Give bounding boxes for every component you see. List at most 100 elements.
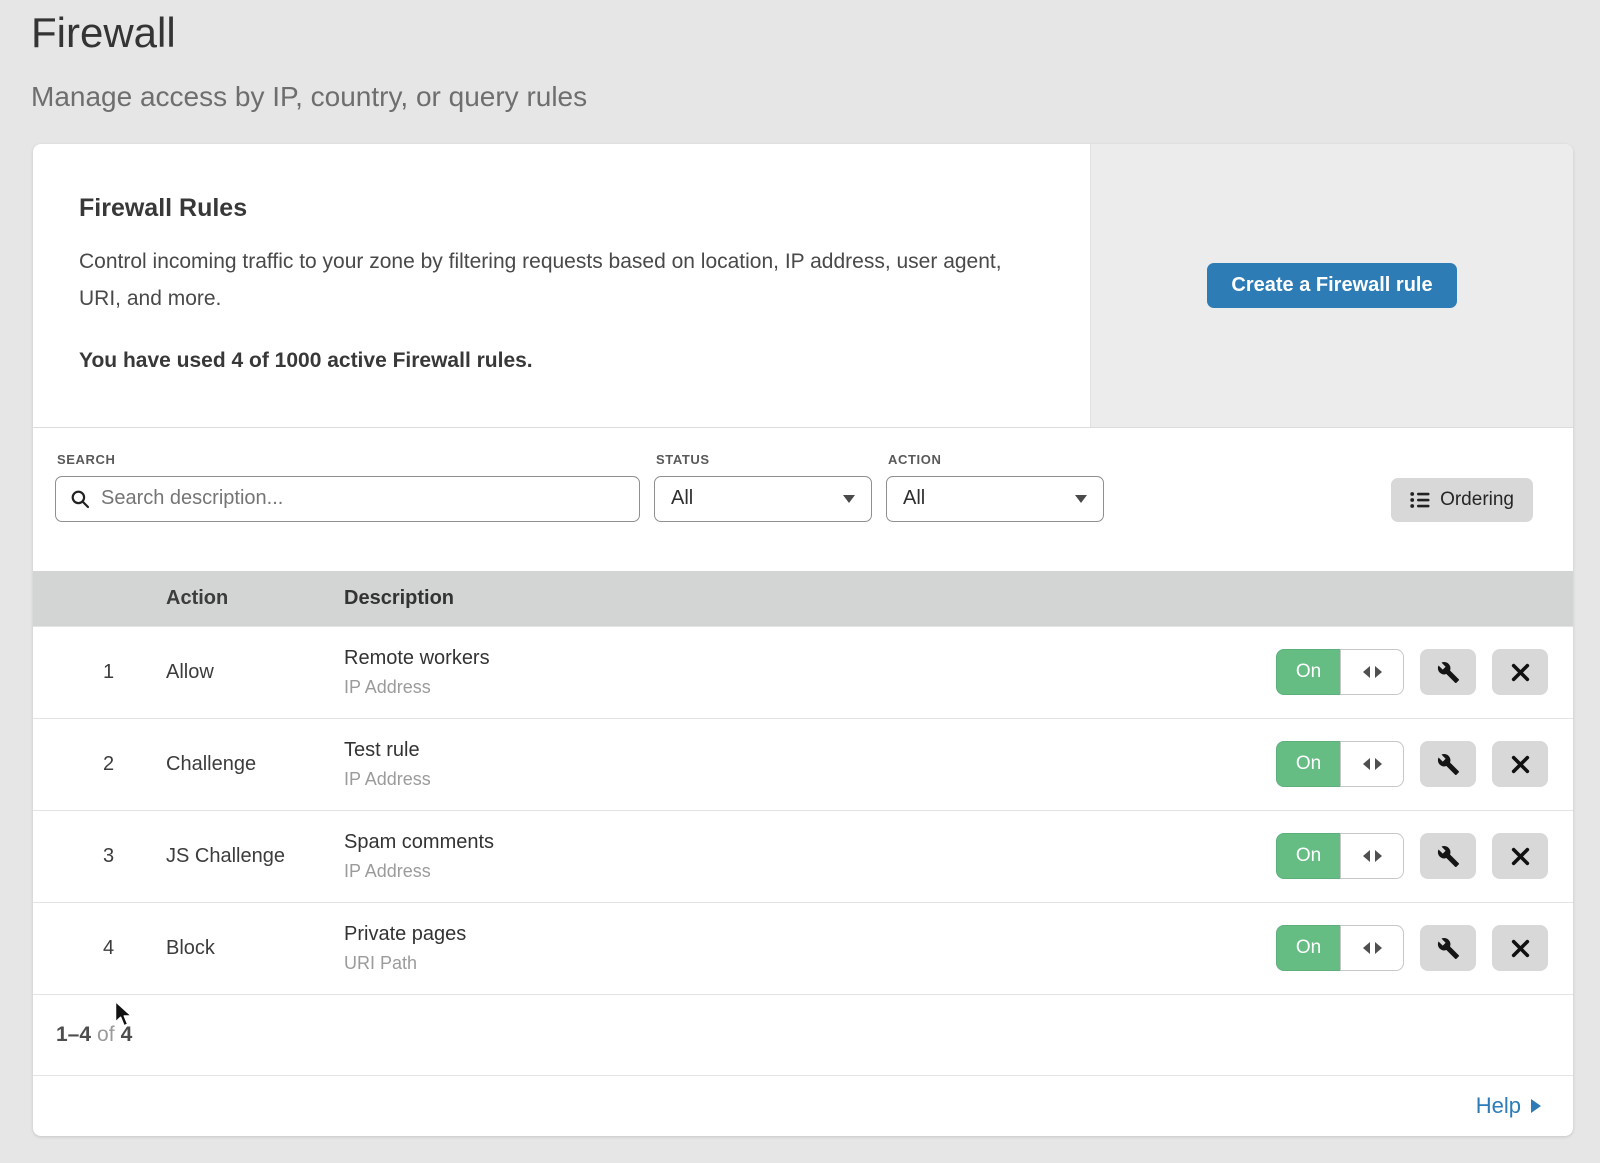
- edit-rule-button[interactable]: [1420, 649, 1476, 695]
- toggle-on-label[interactable]: On: [1276, 741, 1340, 787]
- column-header-action: Action: [166, 587, 344, 610]
- edit-rule-button[interactable]: [1420, 741, 1476, 787]
- rule-controls: On: [1276, 741, 1573, 787]
- table-header: Action Description: [33, 571, 1573, 626]
- rule-priority: 3: [33, 845, 166, 868]
- toggle-on-label[interactable]: On: [1276, 925, 1340, 971]
- section-description: Control incoming traffic to your zone by…: [79, 243, 1024, 317]
- delete-rule-button[interactable]: [1492, 741, 1548, 787]
- pagination: 1–4 of 4: [33, 994, 1573, 1075]
- create-firewall-rule-button[interactable]: Create a Firewall rule: [1207, 263, 1456, 308]
- search-input[interactable]: [101, 487, 625, 510]
- rule-description-cell: Remote workers IP Address: [344, 647, 1276, 698]
- rule-enabled-toggle[interactable]: On: [1276, 833, 1404, 879]
- edit-rule-button[interactable]: [1420, 833, 1476, 879]
- caret-left-icon: [1363, 666, 1370, 678]
- ordering-button-label: Ordering: [1440, 489, 1514, 511]
- card-footer: Help: [33, 1075, 1573, 1136]
- search-box[interactable]: [55, 476, 640, 522]
- column-header-description: Description: [344, 587, 1573, 610]
- rule-enabled-toggle[interactable]: On: [1276, 741, 1404, 787]
- status-select[interactable]: All: [654, 476, 872, 522]
- page-subtitle: Manage access by IP, country, or query r…: [31, 80, 1564, 114]
- overview-text-block: Firewall Rules Control incoming traffic …: [33, 144, 1090, 427]
- overview-section: Firewall Rules Control incoming traffic …: [33, 144, 1573, 428]
- pagination-total: 4: [121, 1023, 133, 1047]
- toggle-handle[interactable]: [1340, 925, 1404, 971]
- ordering-button[interactable]: Ordering: [1391, 478, 1533, 522]
- firewall-rules-card: Firewall Rules Control incoming traffic …: [33, 144, 1573, 1136]
- table-row: 1 Allow Remote workers IP Address On: [33, 626, 1573, 718]
- rule-action: Allow: [166, 661, 344, 684]
- rule-description: Private pages: [344, 923, 1276, 946]
- action-label: ACTION: [888, 452, 1104, 467]
- rule-description-cell: Test rule IP Address: [344, 739, 1276, 790]
- rule-priority: 1: [33, 661, 166, 684]
- delete-rule-button[interactable]: [1492, 833, 1548, 879]
- pagination-range: 1–4: [56, 1023, 91, 1047]
- rule-controls: On: [1276, 833, 1573, 879]
- caret-right-icon: [1375, 850, 1382, 862]
- wrench-icon: [1437, 845, 1460, 868]
- toggle-handle[interactable]: [1340, 741, 1404, 787]
- search-filter-group: SEARCH: [55, 452, 640, 522]
- caret-left-icon: [1363, 942, 1370, 954]
- close-icon: [1511, 755, 1530, 774]
- rule-match-type: IP Address: [344, 677, 1276, 698]
- section-title: Firewall Rules: [79, 194, 1050, 223]
- delete-rule-button[interactable]: [1492, 925, 1548, 971]
- usage-text: You have used 4 of 1000 active Firewall …: [79, 349, 1050, 373]
- table-row: 2 Challenge Test rule IP Address On: [33, 718, 1573, 810]
- rule-match-type: IP Address: [344, 861, 1276, 882]
- rule-action: JS Challenge: [166, 845, 344, 868]
- rule-description: Remote workers: [344, 647, 1276, 670]
- ordered-list-icon: [1410, 491, 1430, 509]
- search-label: SEARCH: [57, 452, 640, 467]
- rule-description: Spam comments: [344, 831, 1276, 854]
- caret-left-icon: [1363, 850, 1370, 862]
- arrow-right-icon: [1531, 1099, 1541, 1113]
- toggle-handle[interactable]: [1340, 649, 1404, 695]
- rule-match-type: IP Address: [344, 769, 1276, 790]
- toggle-handle[interactable]: [1340, 833, 1404, 879]
- search-icon: [70, 489, 101, 509]
- caret-right-icon: [1375, 666, 1382, 678]
- wrench-icon: [1437, 937, 1460, 960]
- caret-right-icon: [1375, 758, 1382, 770]
- wrench-icon: [1437, 753, 1460, 776]
- toggle-on-label[interactable]: On: [1276, 649, 1340, 695]
- table-row: 4 Block Private pages URI Path On: [33, 902, 1573, 994]
- chevron-down-icon: [843, 495, 855, 503]
- rule-enabled-toggle[interactable]: On: [1276, 925, 1404, 971]
- rule-controls: On: [1276, 649, 1573, 695]
- caret-left-icon: [1363, 758, 1370, 770]
- filter-bar: SEARCH STATUS All: [33, 428, 1573, 571]
- wrench-icon: [1437, 661, 1460, 684]
- create-rule-panel: Create a Firewall rule: [1090, 144, 1573, 427]
- status-label: STATUS: [656, 452, 872, 467]
- table-row: 3 JS Challenge Spam comments IP Address …: [33, 810, 1573, 902]
- rule-description-cell: Private pages URI Path: [344, 923, 1276, 974]
- status-select-value: All: [671, 487, 693, 510]
- edit-rule-button[interactable]: [1420, 925, 1476, 971]
- rule-priority: 2: [33, 753, 166, 776]
- close-icon: [1511, 663, 1530, 682]
- action-filter-group: ACTION All: [886, 452, 1104, 522]
- rule-description-cell: Spam comments IP Address: [344, 831, 1276, 882]
- page-header: Firewall Manage access by IP, country, o…: [0, 0, 1600, 114]
- help-link-label: Help: [1476, 1093, 1521, 1119]
- rule-action: Challenge: [166, 753, 344, 776]
- chevron-down-icon: [1075, 495, 1087, 503]
- pagination-of: of: [97, 1023, 115, 1047]
- page-title: Firewall: [31, 10, 1564, 56]
- close-icon: [1511, 847, 1530, 866]
- caret-right-icon: [1375, 942, 1382, 954]
- firewall-page: Firewall Manage access by IP, country, o…: [0, 0, 1600, 1136]
- action-select[interactable]: All: [886, 476, 1104, 522]
- rule-action: Block: [166, 937, 344, 960]
- rule-priority: 4: [33, 937, 166, 960]
- rule-enabled-toggle[interactable]: On: [1276, 649, 1404, 695]
- toggle-on-label[interactable]: On: [1276, 833, 1340, 879]
- help-link[interactable]: Help: [1476, 1093, 1541, 1119]
- delete-rule-button[interactable]: [1492, 649, 1548, 695]
